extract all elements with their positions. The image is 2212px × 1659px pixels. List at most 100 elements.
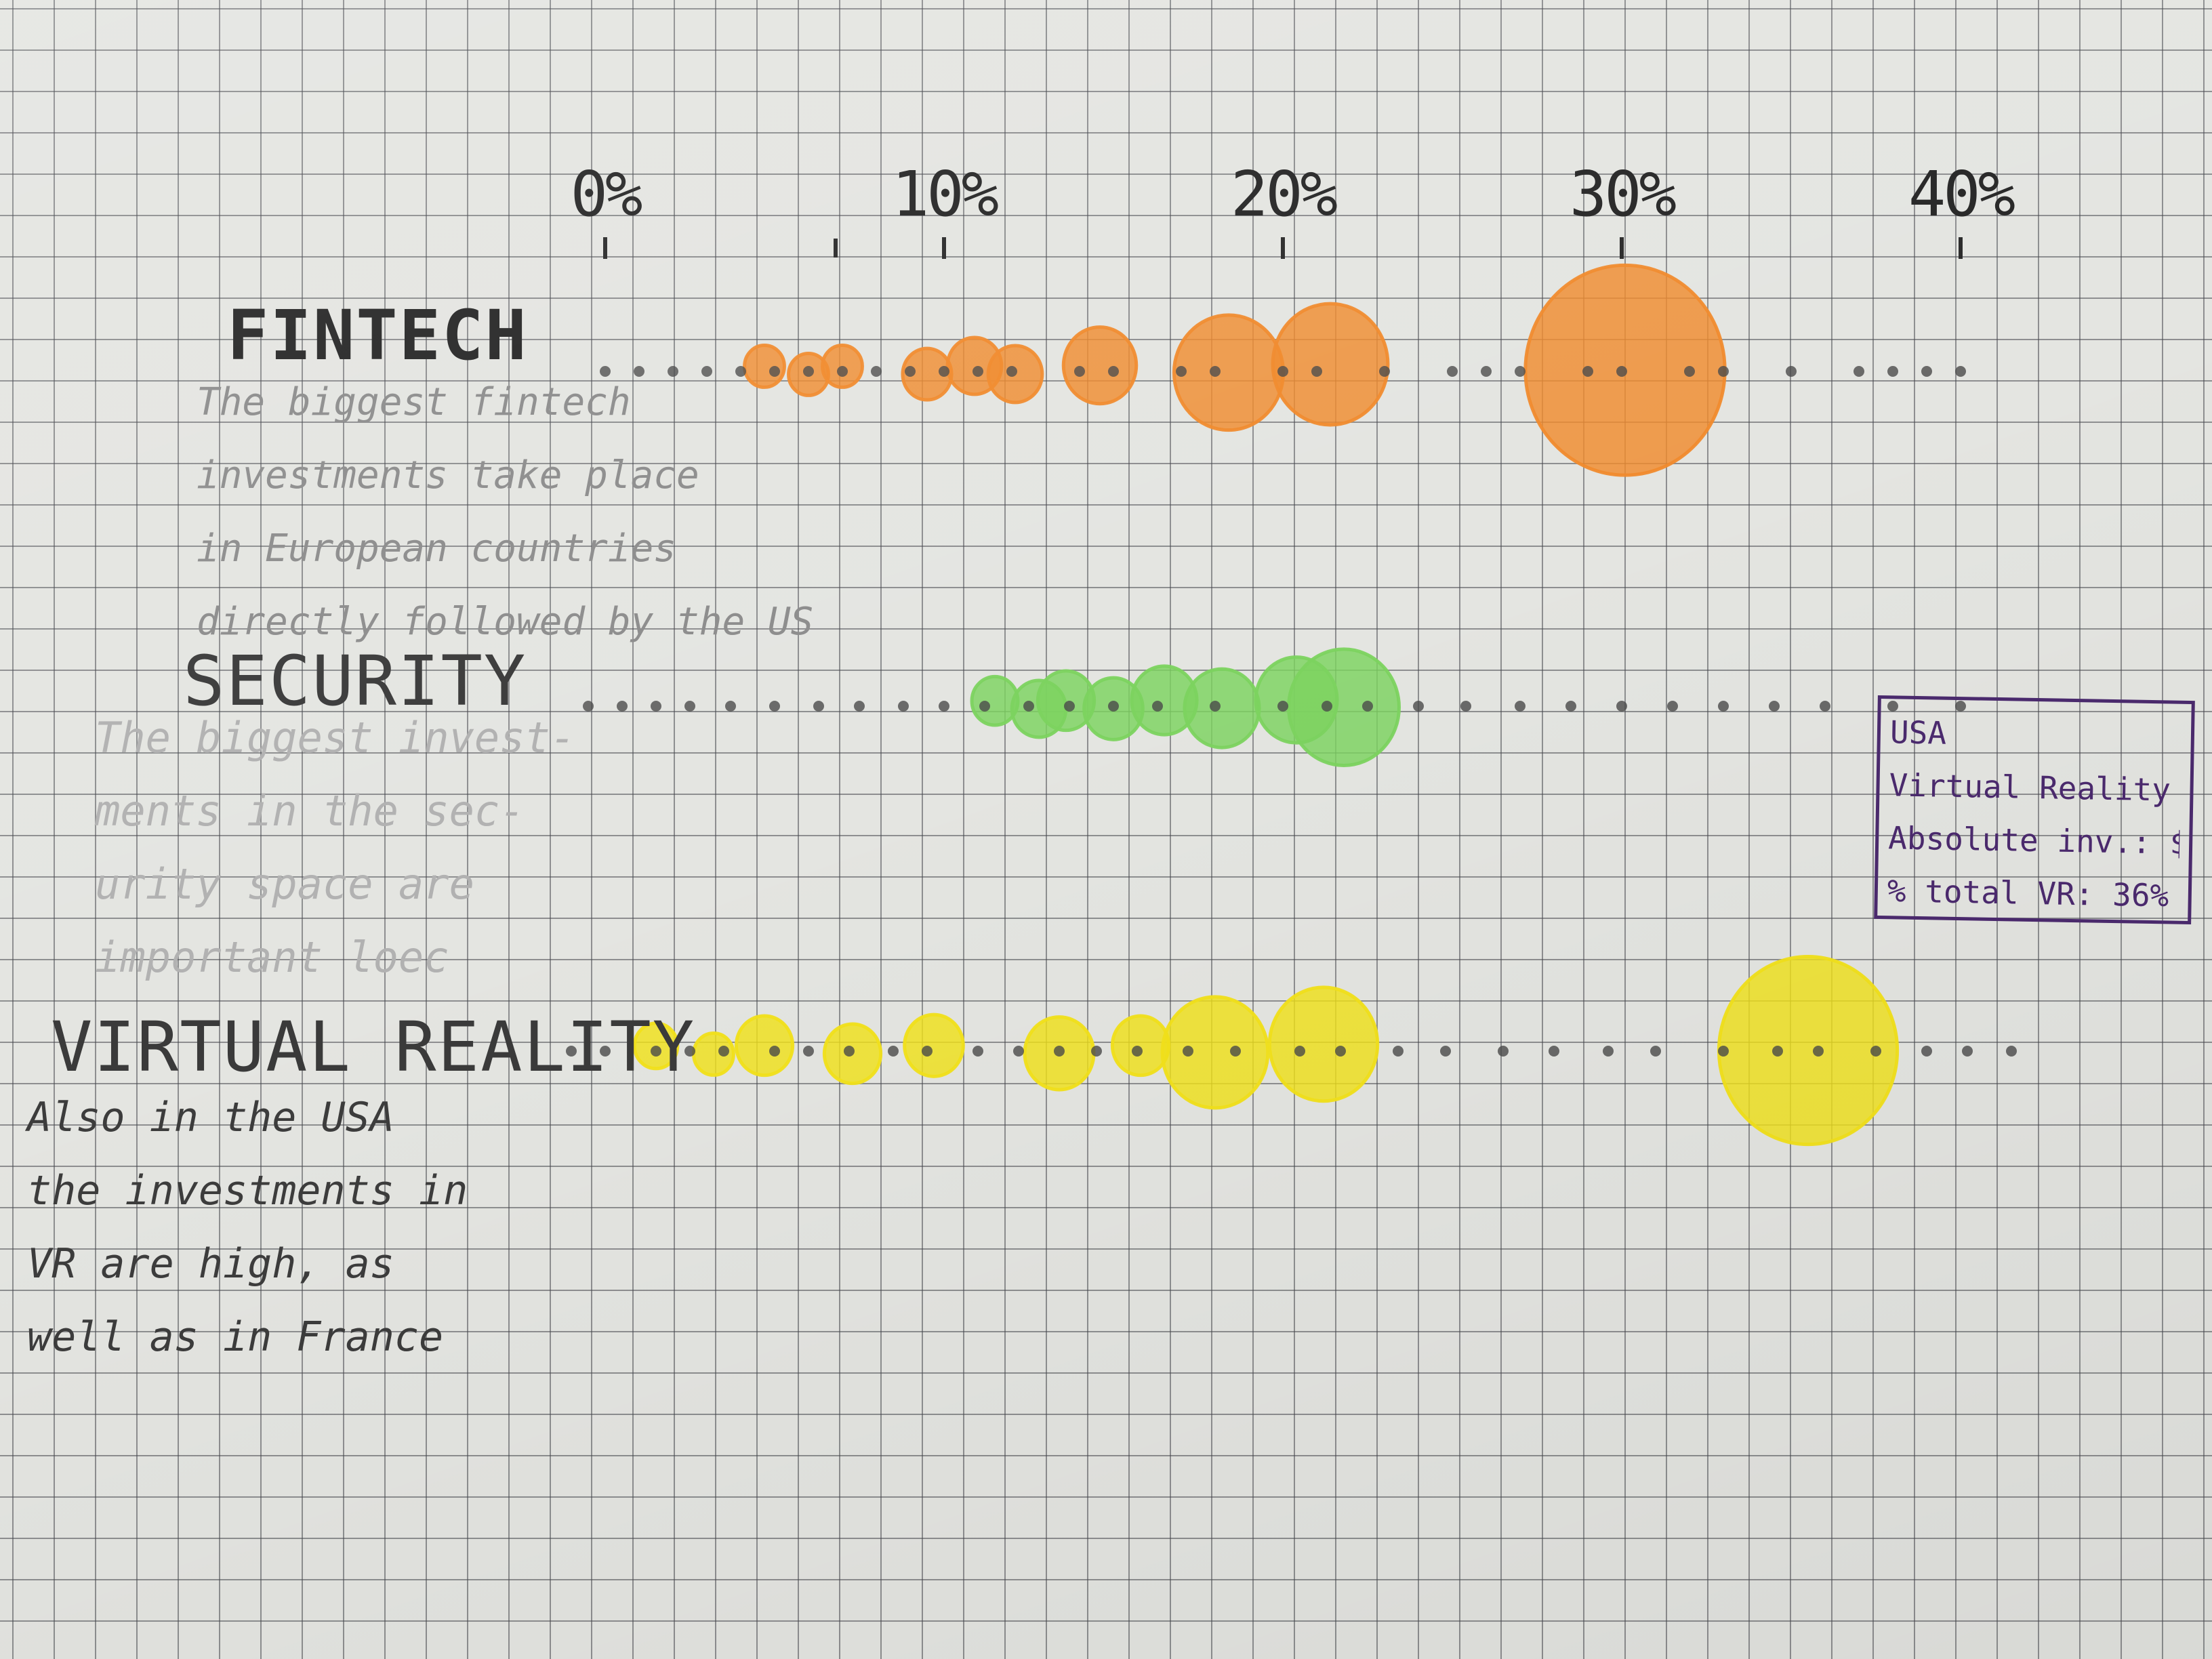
x-axis: 0% 10% 20% 30% 40%: [571, 158, 2018, 259]
pencil-dot-mark: [803, 1046, 814, 1057]
virtual-reality-annotation-line: the investments in: [27, 1167, 468, 1214]
virtual-reality-annotation-line: Also in the USA: [27, 1094, 394, 1141]
callout-line: Virtual Reality: [1889, 766, 2171, 808]
pencil-dot-mark: [1582, 366, 1593, 377]
pencil-dot-mark: [854, 701, 865, 712]
bubble-mark: [903, 1012, 965, 1078]
pencil-dot-mark: [769, 1046, 780, 1057]
pencil-dot-mark: [1277, 366, 1288, 377]
security-annotation-line: The biggest invest-: [95, 713, 576, 762]
security-annotation-line: ments in the sec-: [95, 786, 525, 836]
pencil-dot-mark: [1616, 366, 1627, 377]
fintech-annotation: The biggest fintech investments take pla…: [197, 366, 813, 659]
x-tick-label: 10%: [892, 158, 998, 230]
virtual-reality-annotation: Also in the USA the investments in VR ar…: [27, 1081, 501, 1374]
pencil-dot-mark: [1023, 701, 1034, 712]
pencil-dot-mark: [979, 701, 990, 712]
pencil-dot-mark: [1460, 701, 1471, 712]
pencil-dot-mark: [813, 701, 824, 712]
callout-line: % total VR: 36%: [1887, 872, 2169, 914]
pencil-dot-mark: [1152, 701, 1163, 712]
category-title-virtual-reality: VIRTUAL REALITY: [51, 1007, 695, 1088]
security-annotation-line: important loec: [95, 933, 449, 982]
pencil-dot-mark: [1294, 1046, 1305, 1057]
pencil-dot-mark: [1210, 366, 1221, 377]
pencil-dot-mark: [1413, 701, 1424, 712]
pencil-dot-mark: [1393, 1046, 1404, 1057]
pencil-dot-mark: [1481, 366, 1492, 377]
pencil-dot-mark: [1769, 701, 1780, 712]
pencil-dot-mark: [1132, 1046, 1143, 1057]
pencil-dot-mark: [844, 1046, 855, 1057]
bubble-mark: [1110, 1014, 1171, 1078]
series-virtual-reality: [566, 955, 2017, 1147]
bubble-mark: [1267, 985, 1380, 1103]
pencil-dot-mark: [1820, 701, 1830, 712]
pencil-dot-mark: [871, 366, 882, 377]
pencil-dot-mark: [1870, 1046, 1881, 1057]
pencil-dot-mark: [1322, 701, 1332, 712]
pencil-dot-mark: [1887, 366, 1898, 377]
callout-line: USA: [1889, 714, 1947, 752]
pencil-dot-mark: [1718, 1046, 1729, 1057]
virtual-reality-annotation-line: well as in France: [27, 1313, 444, 1361]
pencil-dot-mark: [1379, 366, 1390, 377]
fintech-annotation-line: The biggest fintech: [197, 380, 631, 424]
pencil-dot-mark: [972, 366, 983, 377]
pencil-dot-mark: [701, 366, 712, 377]
pencil-dot-mark: [939, 366, 949, 377]
pencil-dot-mark: [1667, 701, 1678, 712]
bubble-mark: [1160, 995, 1270, 1110]
bubble-mark: [1271, 302, 1390, 427]
x-tick-label: 0%: [571, 158, 642, 230]
pencil-dot-mark: [2006, 1046, 2017, 1057]
pencil-dot-mark: [651, 701, 661, 712]
pencil-dot-mark: [1565, 701, 1576, 712]
pencil-dot-mark: [905, 366, 916, 377]
usa-vr-callout-box: USA Virtual Reality Absolute inv.: $2.0 …: [1874, 695, 2195, 925]
pencil-dot-mark: [1064, 701, 1075, 712]
pencil-dot-mark: [1230, 1046, 1241, 1057]
pencil-dot-mark: [1853, 366, 1864, 377]
pencil-dot-mark: [922, 1046, 933, 1057]
pencil-dot-mark: [1684, 366, 1695, 377]
pencil-dot-mark: [769, 366, 780, 377]
pencil-dot-mark: [939, 701, 949, 712]
pencil-dot-mark: [1006, 366, 1017, 377]
chart-rows: [566, 263, 2017, 1147]
pencil-dot-mark: [1515, 701, 1525, 712]
x-tick-label: 30%: [1570, 158, 1676, 230]
series-fintech: [600, 263, 1966, 477]
pencil-dot-mark: [1176, 366, 1187, 377]
pencil-dot-mark: [1210, 701, 1221, 712]
pencil-dot-mark: [769, 701, 780, 712]
pencil-dot-mark: [1955, 366, 1966, 377]
pencil-dot-mark: [1108, 701, 1119, 712]
pencil-dot-mark: [1650, 1046, 1661, 1057]
pencil-dot-mark: [718, 1046, 729, 1057]
category-title-fintech: FINTECH: [227, 295, 528, 376]
bubble-mark: [734, 1014, 795, 1078]
pencil-dot-mark: [1786, 366, 1797, 377]
pencil-dot-mark: [1718, 701, 1729, 712]
pencil-dot-mark: [1440, 1046, 1451, 1057]
pencil-dot-mark: [1813, 1046, 1824, 1057]
pencil-dot-mark: [1362, 701, 1373, 712]
pencil-dot-mark: [1549, 1046, 1559, 1057]
pencil-dot-mark: [803, 366, 814, 377]
fintech-annotation-line: in European countries: [197, 527, 677, 571]
callout-line: Absolute inv.: $2.0: [1887, 819, 2180, 863]
pencil-dot-mark: [1921, 1046, 1932, 1057]
fintech-annotation-line: investments take place: [197, 453, 699, 497]
pencil-dot-mark: [1311, 366, 1322, 377]
bubble-mark: [1286, 647, 1401, 768]
pencil-dot-mark: [1515, 366, 1525, 377]
pencil-dot-mark: [1962, 1046, 1973, 1057]
x-tick-label: 40%: [1908, 158, 2015, 230]
security-annotation: The biggest invest- ments in the sec- ur…: [95, 701, 610, 994]
pencil-dot-mark: [684, 701, 695, 712]
pencil-dot-mark: [898, 701, 909, 712]
virtual-reality-annotation-line: VR are high, as: [27, 1240, 394, 1288]
pencil-dot-mark: [837, 366, 848, 377]
bubble-mark: [1183, 667, 1261, 750]
